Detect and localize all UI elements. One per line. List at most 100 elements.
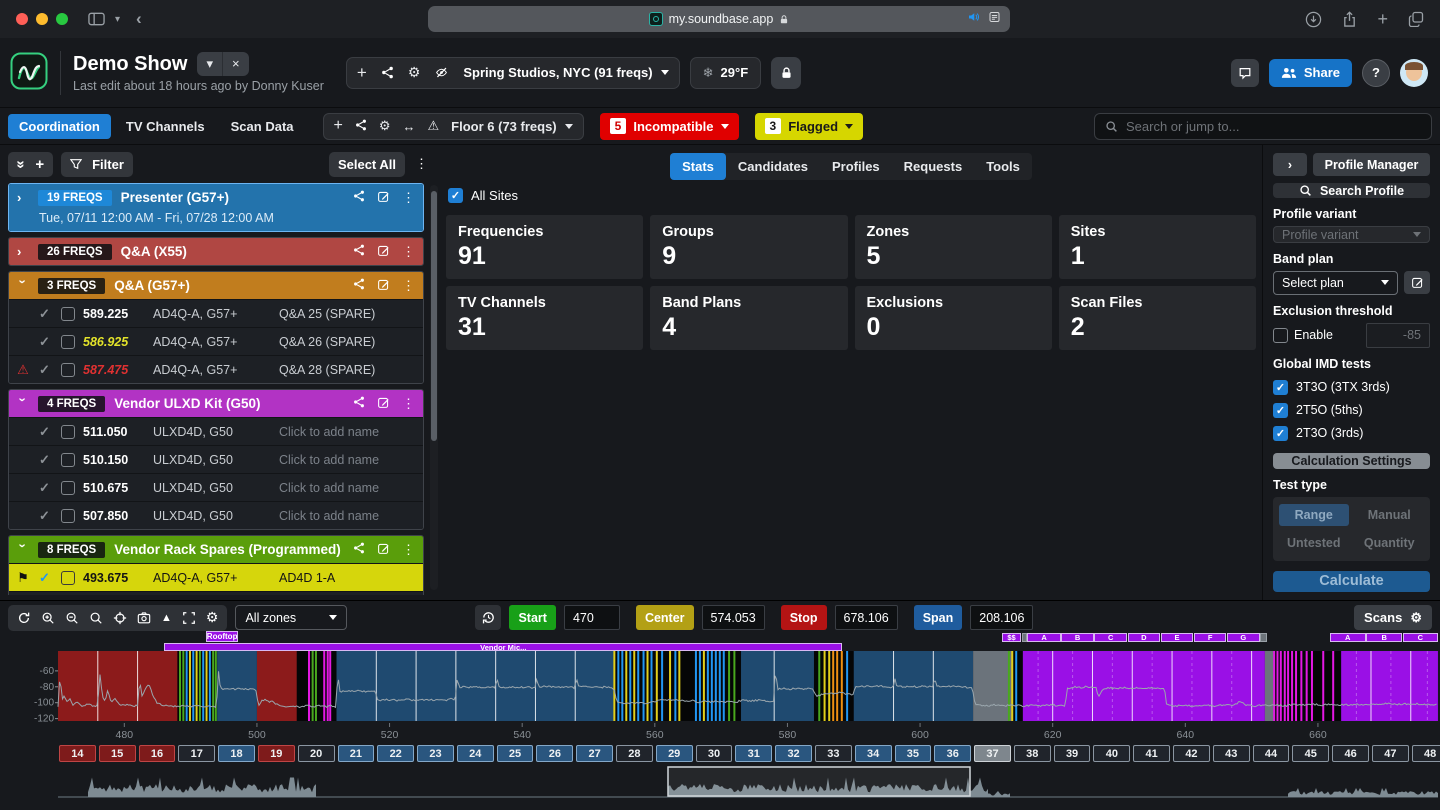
- all-sites-checkbox[interactable]: ✓: [448, 188, 463, 203]
- imd-checkbox[interactable]: ✓: [1273, 403, 1288, 418]
- soundbase-logo[interactable]: [10, 52, 48, 93]
- peak-hold-icon[interactable]: ▲: [161, 612, 172, 624]
- refresh-icon[interactable]: [17, 611, 31, 625]
- group-share-icon[interactable]: [353, 244, 365, 259]
- calculation-settings-button[interactable]: Calculation Settings: [1273, 453, 1430, 469]
- tv-channel-28[interactable]: 28: [616, 745, 653, 762]
- search-profile-button[interactable]: Search Profile: [1273, 183, 1430, 198]
- band-strip-d[interactable]: D: [1128, 633, 1160, 642]
- group-menu-kebab-icon[interactable]: ⋮: [402, 278, 415, 294]
- row-name-placeholder[interactable]: Click to add name: [279, 509, 379, 523]
- minimize-window-button[interactable]: [36, 13, 48, 25]
- collapse-all-icon[interactable]: »: [13, 160, 30, 168]
- show-menu-chevron[interactable]: ▾: [197, 52, 223, 76]
- center-freq-input[interactable]: 574.053: [702, 605, 765, 630]
- audio-playing-icon[interactable]: [967, 11, 980, 23]
- tab-overview-icon[interactable]: [1408, 11, 1424, 27]
- row-checkbox[interactable]: [61, 571, 75, 585]
- frequency-row[interactable]: ✓510.150ULXD4D, G50Click to add name: [9, 445, 423, 473]
- tab-profiles[interactable]: Profiles: [820, 153, 892, 180]
- row-checkbox[interactable]: [61, 509, 75, 523]
- incompatible-filter-button[interactable]: 5 Incompatible: [600, 113, 739, 140]
- share-page-icon[interactable]: [1342, 11, 1357, 28]
- lock-button[interactable]: [771, 57, 801, 89]
- zone-warning-icon[interactable]: ⚠: [428, 118, 440, 134]
- tab-stats[interactable]: Stats: [670, 153, 726, 180]
- tv-channel-26[interactable]: 26: [536, 745, 573, 762]
- tv-channel-37[interactable]: 37: [974, 745, 1011, 762]
- add-zone-icon[interactable]: +: [334, 117, 343, 135]
- frequency-row[interactable]: ✓511.050ULXD4D, G50Click to add name: [9, 417, 423, 445]
- tv-channel-44[interactable]: 44: [1253, 745, 1290, 762]
- row-checkbox[interactable]: [61, 453, 75, 467]
- band-strip[interactable]: [1260, 633, 1267, 642]
- group-menu-kebab-icon[interactable]: ⋮: [402, 190, 415, 206]
- tv-channel-39[interactable]: 39: [1054, 745, 1091, 762]
- group-chevron-icon[interactable]: ›: [17, 244, 29, 259]
- downloads-icon[interactable]: [1305, 11, 1322, 28]
- scans-button[interactable]: Scans ⚙: [1354, 605, 1432, 630]
- share-zone-icon[interactable]: [355, 119, 367, 134]
- row-checkbox[interactable]: [61, 363, 75, 377]
- test-type-manual[interactable]: Manual: [1355, 504, 1425, 526]
- test-type-untested[interactable]: Untested: [1279, 532, 1349, 554]
- tv-channel-30[interactable]: 30: [696, 745, 733, 762]
- tv-channel-42[interactable]: 42: [1173, 745, 1210, 762]
- tv-channel-23[interactable]: 23: [417, 745, 454, 762]
- band-strip-$$[interactable]: $$: [1002, 633, 1021, 642]
- start-freq-input[interactable]: 470: [564, 605, 620, 630]
- threshold-input[interactable]: -85: [1366, 323, 1430, 348]
- tv-channel-38[interactable]: 38: [1014, 745, 1051, 762]
- tv-channel-33[interactable]: 33: [815, 745, 852, 762]
- row-name-placeholder[interactable]: Click to add name: [279, 425, 379, 439]
- group-chevron-icon[interactable]: ›: [16, 398, 31, 410]
- group-chevron-icon[interactable]: ›: [16, 280, 31, 292]
- group-menu-kebab-icon[interactable]: ⋮: [402, 542, 415, 558]
- band-strip-c[interactable]: C: [1094, 633, 1126, 642]
- group-header[interactable]: ›26 FREQSQ&A (X55)⋮: [9, 238, 423, 265]
- tv-channel-45[interactable]: 45: [1292, 745, 1329, 762]
- history-button[interactable]: [475, 605, 501, 630]
- tv-channel-32[interactable]: 32: [775, 745, 812, 762]
- zones-select[interactable]: All zones: [235, 605, 347, 630]
- tv-channel-25[interactable]: 25: [497, 745, 534, 762]
- band-strip-a[interactable]: A: [1330, 633, 1366, 642]
- tv-channel-36[interactable]: 36: [934, 745, 971, 762]
- frequency-row[interactable]: ✓510.675ULXD4D, G50Click to add name: [9, 473, 423, 501]
- fullscreen-icon[interactable]: [182, 611, 196, 625]
- filter-button[interactable]: Filter: [61, 152, 133, 177]
- band-strip-g[interactable]: G: [1227, 633, 1259, 642]
- test-type-range[interactable]: Range: [1279, 504, 1349, 526]
- frequency-row[interactable]: ✓586.925AD4Q-A, G57+Q&A 26 (SPARE): [9, 327, 423, 355]
- group-chevron-icon[interactable]: ›: [16, 544, 31, 556]
- expand-zone-icon[interactable]: ↔: [403, 119, 416, 134]
- tab-tools[interactable]: Tools: [974, 153, 1032, 180]
- zoom-in-icon[interactable]: [41, 611, 55, 625]
- flagged-filter-button[interactable]: 3 Flagged: [755, 113, 864, 140]
- close-window-button[interactable]: [16, 13, 28, 25]
- tv-channel-20[interactable]: 20: [298, 745, 335, 762]
- select-all-button[interactable]: Select All: [329, 152, 405, 177]
- zone-selector[interactable]: Floor 6 (73 freqs): [451, 119, 572, 134]
- calculate-button[interactable]: Calculate: [1273, 571, 1430, 592]
- enable-threshold-checkbox[interactable]: [1273, 328, 1288, 343]
- center-target-icon[interactable]: [113, 611, 127, 625]
- tv-channel-14[interactable]: 14: [59, 745, 96, 762]
- row-checkbox[interactable]: [61, 335, 75, 349]
- frequency-row[interactable]: ✓589.225AD4Q-A, G57+Q&A 25 (SPARE): [9, 299, 423, 327]
- help-button[interactable]: ?: [1362, 59, 1390, 87]
- imd-checkbox[interactable]: ✓: [1273, 426, 1288, 441]
- tv-channel-17[interactable]: 17: [178, 745, 215, 762]
- frequency-row[interactable]: ✓507.850ULXD4D, G50Click to add name: [9, 501, 423, 529]
- group-chevron-icon[interactable]: ›: [17, 190, 29, 205]
- row-name-placeholder[interactable]: Click to add name: [279, 453, 379, 467]
- tv-channel-47[interactable]: 47: [1372, 745, 1409, 762]
- stop-freq-input[interactable]: 678.106: [835, 605, 898, 630]
- hide-site-icon[interactable]: [434, 66, 449, 79]
- tv-channel-31[interactable]: 31: [735, 745, 772, 762]
- tab-requests[interactable]: Requests: [892, 153, 975, 180]
- tv-channel-24[interactable]: 24: [457, 745, 494, 762]
- reader-mode-icon[interactable]: [988, 11, 1001, 23]
- tv-channel-43[interactable]: 43: [1213, 745, 1250, 762]
- tv-channel-18[interactable]: 18: [218, 745, 255, 762]
